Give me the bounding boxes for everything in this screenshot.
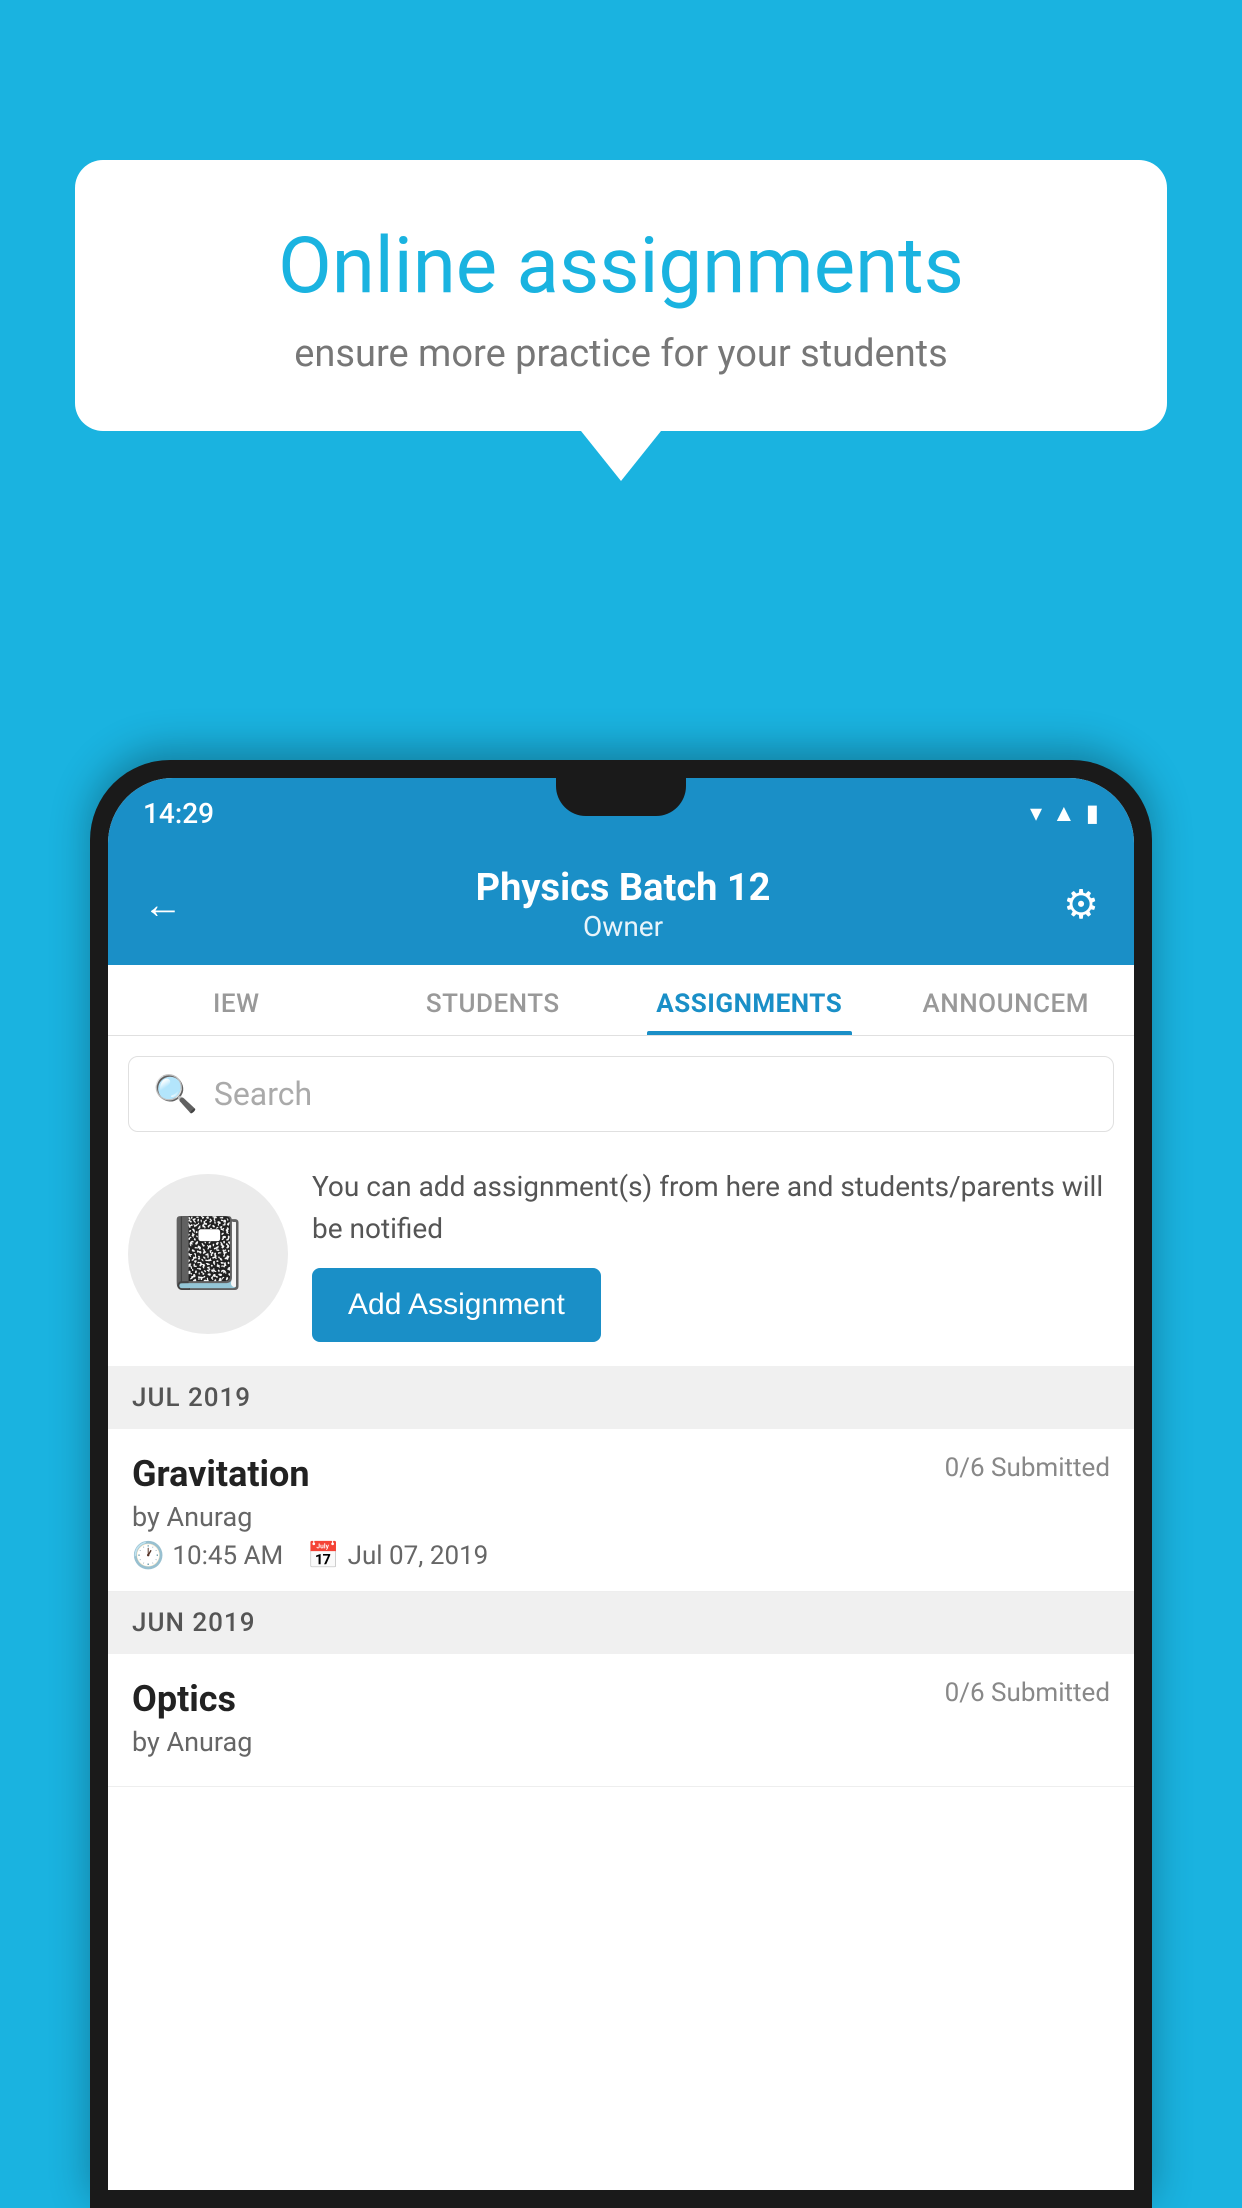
assignment-time-gravitation: 🕐 10:45 AM	[132, 1541, 283, 1571]
notch	[556, 778, 686, 816]
assignment-item-gravitation[interactable]: Gravitation 0/6 Submitted by Anurag 🕐 10…	[108, 1429, 1134, 1592]
assignment-by-optics: by Anurag	[132, 1726, 1110, 1758]
assignment-row1: Gravitation 0/6 Submitted	[132, 1453, 1110, 1495]
speech-bubble: Online assignments ensure more practice …	[75, 160, 1167, 431]
promo-content: You can add assignment(s) from here and …	[312, 1166, 1114, 1342]
search-icon: 🔍	[153, 1073, 198, 1115]
assignment-by-gravitation: by Anurag	[132, 1501, 1110, 1533]
promo-text: You can add assignment(s) from here and …	[312, 1166, 1114, 1250]
assignment-item-optics[interactable]: Optics 0/6 Submitted by Anurag	[108, 1654, 1134, 1787]
assignment-row1-optics: Optics 0/6 Submitted	[132, 1678, 1110, 1720]
gear-icon[interactable]: ⚙	[1063, 881, 1099, 928]
notebook-icon: 📓	[164, 1213, 251, 1295]
header-title: Physics Batch 12	[183, 866, 1063, 910]
assignment-name-optics: Optics	[132, 1678, 236, 1720]
assignment-meta-gravitation: 🕐 10:45 AM 📅 Jul 07, 2019	[132, 1541, 1110, 1571]
search-bar[interactable]: 🔍 Search	[128, 1056, 1114, 1132]
app-header: ← Physics Batch 12 Owner ⚙	[108, 848, 1134, 965]
assignment-date-text: Jul 07, 2019	[348, 1541, 489, 1571]
phone-inner: 14:29 ▾ ▲ ▮ ← Physics Batch 12 Owner ⚙ I…	[108, 778, 1134, 2190]
tab-iew[interactable]: IEW	[108, 965, 365, 1035]
assignment-submitted-gravitation: 0/6 Submitted	[945, 1453, 1110, 1483]
search-placeholder: Search	[214, 1075, 312, 1113]
status-icons: ▾ ▲ ▮	[1030, 799, 1099, 828]
clock-icon: 🕐	[132, 1541, 164, 1571]
wifi-icon: ▾	[1030, 799, 1042, 827]
battery-icon: ▮	[1086, 799, 1099, 827]
status-bar: 14:29 ▾ ▲ ▮	[108, 778, 1134, 848]
promo-icon-circle: 📓	[128, 1174, 288, 1334]
assignment-date-gravitation: 📅 Jul 07, 2019	[307, 1541, 488, 1571]
tab-students[interactable]: STUDENTS	[365, 965, 622, 1035]
search-container: 🔍 Search	[108, 1036, 1134, 1142]
back-button[interactable]: ←	[143, 881, 183, 928]
tab-bar: IEW STUDENTS ASSIGNMENTS ANNOUNCEM	[108, 965, 1134, 1036]
assignment-name-gravitation: Gravitation	[132, 1453, 310, 1495]
calendar-icon: 📅	[307, 1541, 339, 1571]
assignment-time-text: 10:45 AM	[172, 1541, 283, 1571]
section-jun-2019: JUN 2019	[108, 1592, 1134, 1654]
add-assignment-button[interactable]: Add Assignment	[312, 1268, 601, 1342]
speech-bubble-arrow	[581, 431, 661, 481]
signal-icon: ▲	[1052, 799, 1076, 828]
tab-announcements[interactable]: ANNOUNCEM	[878, 965, 1135, 1035]
speech-bubble-title: Online assignments	[145, 220, 1097, 314]
speech-bubble-subtitle: ensure more practice for your students	[145, 332, 1097, 376]
header-center: Physics Batch 12 Owner	[183, 866, 1063, 943]
status-time: 14:29	[143, 797, 214, 830]
section-jul-2019: JUL 2019	[108, 1367, 1134, 1429]
promo-section: 📓 You can add assignment(s) from here an…	[108, 1142, 1134, 1367]
phone-frame: 14:29 ▾ ▲ ▮ ← Physics Batch 12 Owner ⚙ I…	[90, 760, 1152, 2208]
tab-assignments[interactable]: ASSIGNMENTS	[621, 965, 878, 1035]
speech-bubble-container: Online assignments ensure more practice …	[75, 160, 1167, 481]
assignment-submitted-optics: 0/6 Submitted	[945, 1678, 1110, 1708]
header-subtitle: Owner	[183, 910, 1063, 943]
